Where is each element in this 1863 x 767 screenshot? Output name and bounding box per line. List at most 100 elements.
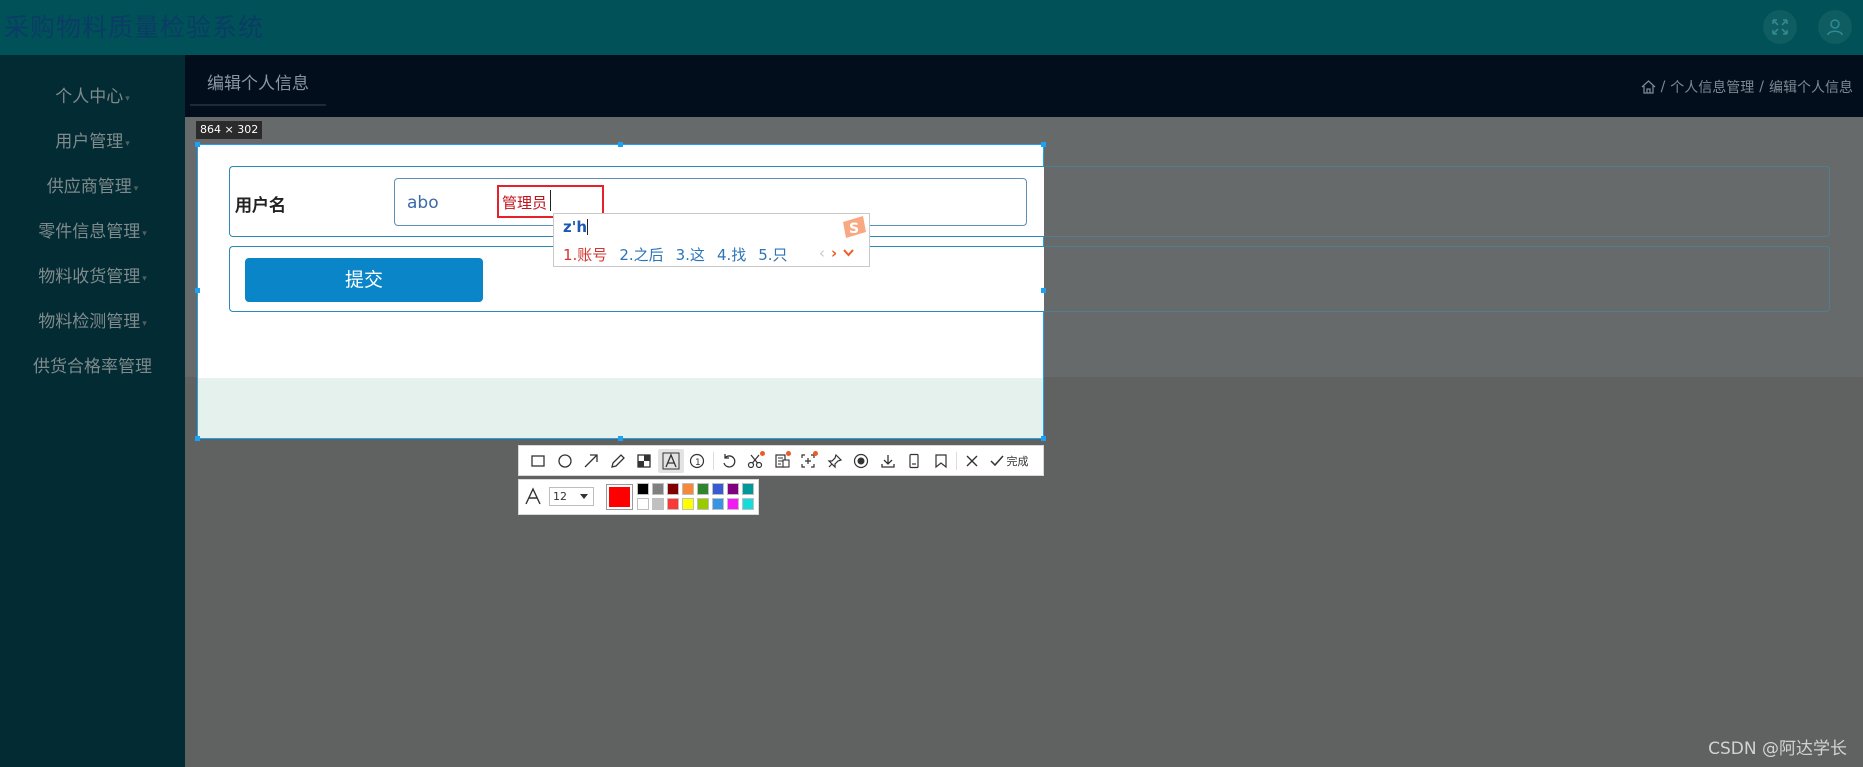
arrow-tool[interactable] bbox=[578, 449, 605, 473]
font-size-select[interactable]: 12 bbox=[549, 487, 594, 506]
cancel-button[interactable] bbox=[959, 449, 986, 473]
color-swatch[interactable] bbox=[727, 483, 739, 495]
watermark: CSDN @阿达学长 bbox=[1708, 739, 1847, 759]
user-icon bbox=[1827, 19, 1843, 36]
bookmark-button[interactable] bbox=[928, 449, 955, 473]
color-swatch[interactable] bbox=[697, 483, 709, 495]
resize-handle-right[interactable] bbox=[1041, 288, 1046, 293]
ime-candidate[interactable]: 5.只 bbox=[758, 244, 787, 265]
user-button[interactable] bbox=[1818, 10, 1852, 44]
ellipse-tool[interactable] bbox=[552, 449, 579, 473]
fullscreen-button[interactable] bbox=[1763, 10, 1797, 44]
resize-handle-bottom-right[interactable] bbox=[1041, 436, 1046, 441]
color-swatch[interactable] bbox=[667, 483, 679, 495]
record-icon bbox=[854, 453, 869, 468]
screenshot-toolbar: 1 完成 bbox=[518, 445, 1044, 476]
font-icon bbox=[525, 487, 541, 505]
done-button[interactable]: 完成 bbox=[989, 453, 1029, 469]
color-swatch[interactable] bbox=[652, 498, 664, 510]
ime-candidate[interactable]: 1.账号 bbox=[563, 244, 607, 265]
resize-handle-top[interactable] bbox=[618, 142, 623, 147]
submit-button[interactable]: 提交 bbox=[245, 258, 483, 302]
chevron-right-icon[interactable]: › bbox=[831, 244, 837, 262]
username-label: 用户名 bbox=[235, 196, 286, 216]
number-tool[interactable]: 1 bbox=[684, 449, 711, 473]
svg-text:1: 1 bbox=[695, 458, 701, 468]
chevron-down-icon[interactable] bbox=[843, 249, 854, 257]
chevron-down-icon: ▾ bbox=[142, 274, 147, 284]
ime-cursor bbox=[587, 219, 588, 235]
sidebar-item-supplier-management[interactable]: 供应商管理 ▾ bbox=[0, 165, 185, 210]
chevron-down-icon: ▾ bbox=[142, 229, 147, 239]
resize-handle-bottom[interactable] bbox=[618, 436, 623, 441]
color-swatch[interactable] bbox=[682, 498, 694, 510]
color-swatch[interactable] bbox=[652, 483, 664, 495]
cutout-button[interactable] bbox=[742, 449, 769, 473]
color-swatch[interactable] bbox=[727, 498, 739, 510]
ellipse-icon bbox=[558, 453, 572, 468]
ime-navigation: ‹ › bbox=[819, 244, 854, 262]
sidebar-item-pass-rate-management[interactable]: 供货合格率管理 bbox=[0, 345, 185, 390]
breadcrumb-separator: / bbox=[1759, 79, 1764, 95]
resize-handle-left[interactable] bbox=[195, 288, 200, 293]
chevron-down-icon: ▾ bbox=[133, 184, 139, 194]
pencil-tool[interactable] bbox=[605, 449, 632, 473]
ocr-button[interactable] bbox=[769, 449, 796, 473]
undo-button[interactable] bbox=[716, 449, 743, 473]
chevron-left-icon[interactable]: ‹ bbox=[819, 244, 825, 262]
text-tool[interactable] bbox=[657, 448, 684, 473]
arrow-icon bbox=[584, 453, 598, 467]
color-swatch[interactable] bbox=[637, 483, 649, 495]
rectangle-tool[interactable] bbox=[525, 449, 552, 473]
translate-button[interactable] bbox=[795, 449, 822, 473]
checkmark-icon bbox=[989, 455, 1004, 466]
dropdown-arrow-icon bbox=[580, 494, 588, 499]
content-header: 编辑个人信息 / 个人信息管理 / 编辑个人信息 bbox=[185, 55, 1863, 117]
resize-handle-top-left[interactable] bbox=[195, 142, 200, 147]
color-swatch[interactable] bbox=[742, 483, 754, 495]
record-button[interactable] bbox=[848, 449, 875, 473]
mosaic-icon bbox=[637, 453, 651, 468]
app-title: 采购物料质量检验系统 bbox=[4, 13, 265, 42]
new-badge-dot bbox=[786, 450, 791, 456]
sidebar-item-part-info-management[interactable]: 零件信息管理 ▾ bbox=[0, 210, 185, 255]
resize-handle-bottom-left[interactable] bbox=[195, 436, 200, 441]
toolbar-divider bbox=[956, 451, 957, 470]
done-label: 完成 bbox=[1006, 454, 1029, 468]
svg-text:S: S bbox=[849, 221, 859, 237]
long-screenshot-icon bbox=[909, 453, 919, 468]
current-color[interactable] bbox=[606, 484, 633, 510]
color-palette bbox=[637, 483, 754, 510]
home-icon[interactable] bbox=[1641, 80, 1656, 94]
download-button[interactable] bbox=[875, 449, 902, 473]
ime-composition: z'h bbox=[563, 218, 588, 236]
pencil-icon bbox=[610, 453, 625, 468]
color-swatch[interactable] bbox=[667, 498, 679, 510]
sidebar-item-inspection-management[interactable]: 物料检测管理 ▾ bbox=[0, 300, 185, 345]
pin-icon bbox=[827, 453, 842, 468]
resize-handle-top-right[interactable] bbox=[1041, 142, 1046, 147]
sidebar-item-receiving-management[interactable]: 物料收货管理 ▾ bbox=[0, 255, 185, 300]
text-options-bar: 12 bbox=[518, 479, 759, 515]
sidebar-item-user-management[interactable]: 用户管理 ▾ bbox=[0, 120, 185, 165]
sidebar-item-personal-center[interactable]: 个人中心 ▾ bbox=[0, 75, 185, 120]
current-color-swatch bbox=[609, 487, 630, 507]
pin-button[interactable] bbox=[822, 449, 849, 473]
ime-candidate[interactable]: 3.这 bbox=[676, 244, 705, 265]
close-icon bbox=[966, 455, 978, 466]
color-swatch[interactable] bbox=[742, 498, 754, 510]
ime-candidate[interactable]: 4.找 bbox=[717, 244, 746, 265]
color-swatch[interactable] bbox=[712, 498, 724, 510]
breadcrumb-profile-management[interactable]: 个人信息管理 bbox=[1670, 77, 1754, 97]
color-swatch[interactable] bbox=[712, 483, 724, 495]
fullscreen-icon bbox=[1772, 19, 1788, 35]
font-size-value: 12 bbox=[553, 490, 567, 503]
tab-edit-profile[interactable]: 编辑个人信息 bbox=[190, 62, 326, 106]
long-screenshot-button[interactable] bbox=[901, 449, 928, 473]
color-swatch[interactable] bbox=[637, 498, 649, 510]
ime-candidate[interactable]: 2.之后 bbox=[619, 244, 663, 265]
mosaic-tool[interactable] bbox=[631, 449, 658, 473]
color-swatch[interactable] bbox=[682, 483, 694, 495]
ime-candidate-list: 1.账号 2.之后 3.这 4.找 5.只 bbox=[563, 244, 788, 265]
color-swatch[interactable] bbox=[697, 498, 709, 510]
